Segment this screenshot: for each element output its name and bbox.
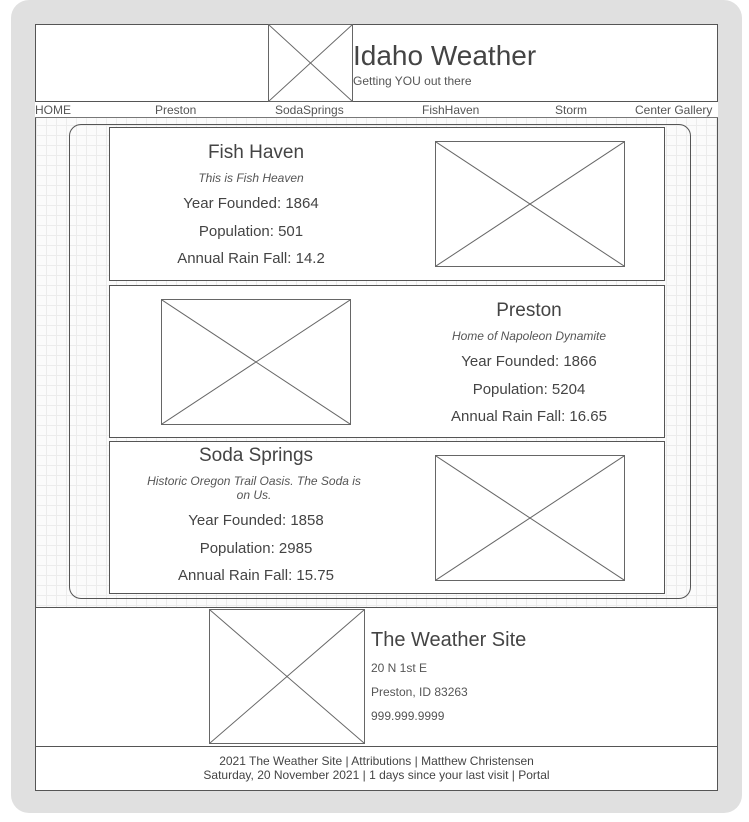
footer-image-placeholder bbox=[209, 609, 365, 744]
town-population: Population: 5204 bbox=[472, 381, 586, 398]
town-year-founded: Year Founded: 1864 bbox=[183, 195, 319, 212]
nav-item-home[interactable]: HOME bbox=[35, 103, 71, 117]
footer-phone: 999.999.9999 bbox=[371, 709, 445, 723]
footer-address-line2: Preston, ID 83263 bbox=[371, 685, 468, 699]
footer-title: The Weather Site bbox=[371, 629, 527, 651]
nav-item-storm[interactable]: Storm bbox=[555, 103, 587, 117]
town-motto: Historic Oregon Trail Oasis. The Soda is… bbox=[147, 474, 361, 502]
site-title: Idaho Weather bbox=[353, 40, 537, 71]
site-tagline: Getting YOU out there bbox=[353, 74, 472, 88]
town-motto: This is Fish Heaven bbox=[198, 171, 304, 185]
town-name: Preston bbox=[496, 300, 562, 321]
copyright-line: 2021 The Weather Site | Attributions | M… bbox=[219, 754, 534, 768]
logo-image-placeholder bbox=[268, 24, 353, 102]
nav-item-center-gallery[interactable]: Center Gallery bbox=[635, 103, 712, 117]
footer-address-line1: 20 N 1st E bbox=[371, 661, 428, 675]
town-image-placeholder bbox=[161, 299, 351, 425]
town-name: Fish Haven bbox=[207, 142, 305, 163]
town-year-founded: Year Founded: 1866 bbox=[461, 353, 597, 370]
last-visit-line: Saturday, 20 November 2021 | 1 days sinc… bbox=[203, 768, 550, 782]
nav-item-fishhaven[interactable]: FishHaven bbox=[422, 103, 479, 117]
town-motto: Home of Napoleon Dynamite bbox=[451, 329, 607, 343]
site-footer bbox=[35, 607, 718, 747]
town-rainfall: Annual Rain Fall: 14.2 bbox=[177, 250, 325, 267]
main-nav bbox=[35, 102, 718, 118]
town-population: Population: 2985 bbox=[199, 540, 313, 557]
town-year-founded: Year Founded: 1858 bbox=[188, 512, 324, 529]
nav-item-preston[interactable]: Preston bbox=[155, 103, 196, 117]
town-image-placeholder bbox=[435, 141, 625, 267]
town-image-placeholder bbox=[435, 455, 625, 581]
town-population: Population: 501 bbox=[198, 223, 304, 240]
town-name: Soda Springs bbox=[198, 445, 314, 466]
town-rainfall: Annual Rain Fall: 16.65 bbox=[451, 408, 607, 425]
town-rainfall: Annual Rain Fall: 15.75 bbox=[178, 567, 334, 584]
nav-item-sodasprings[interactable]: SodaSprings bbox=[275, 103, 344, 117]
